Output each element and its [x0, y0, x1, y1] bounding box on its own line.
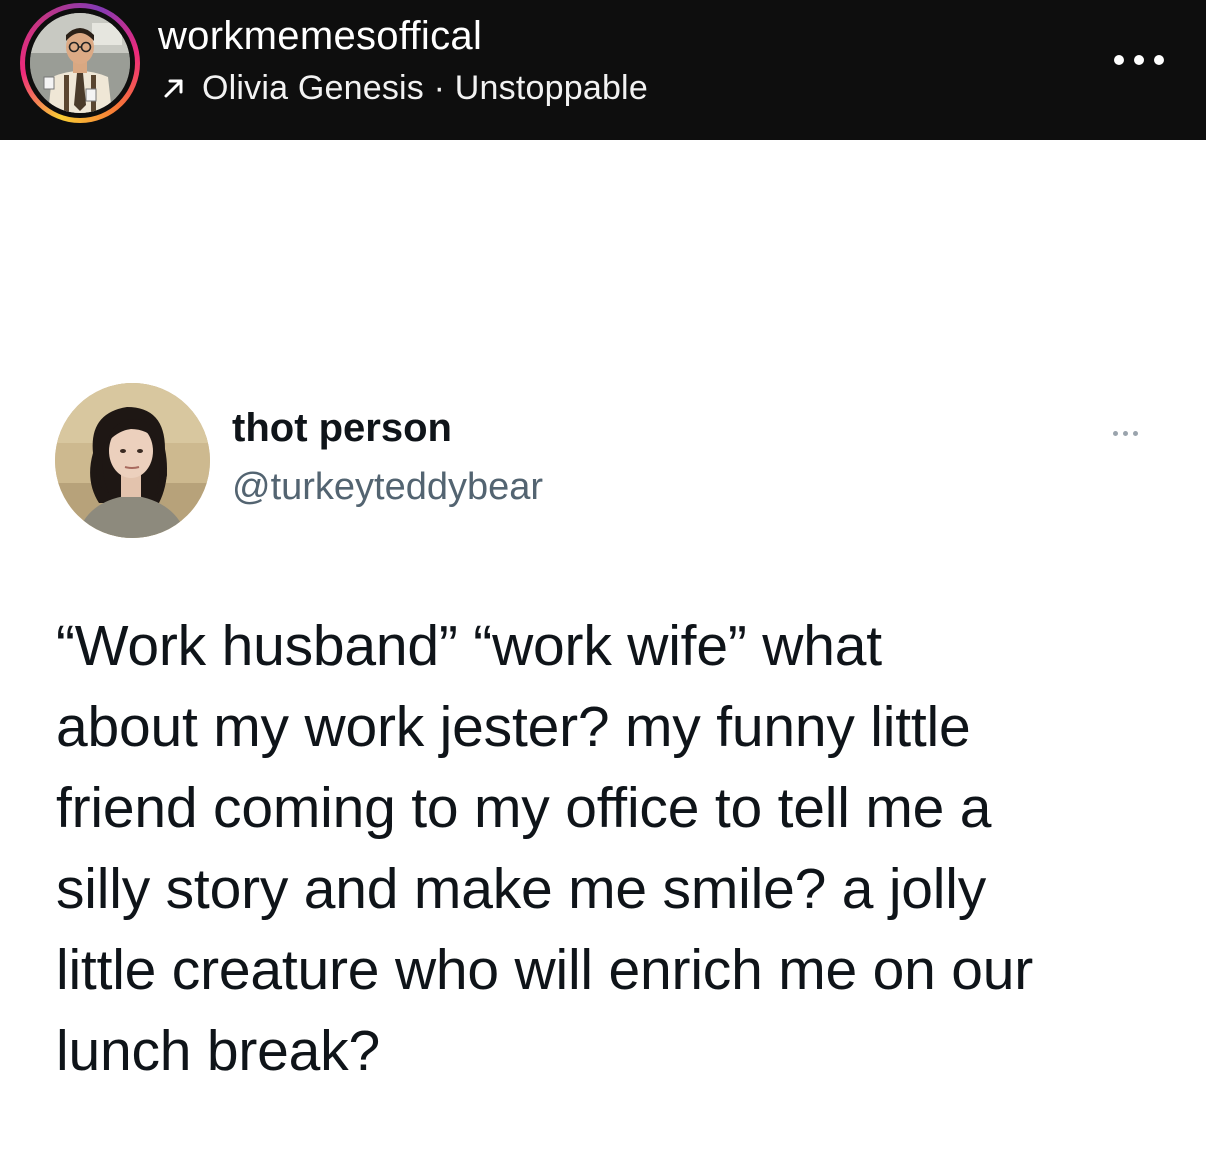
tweet-author-avatar — [55, 383, 210, 538]
more-options-icon — [1132, 430, 1138, 436]
tweet-text-line: little creature who will enrich me on ou… — [56, 938, 1034, 1002]
instagram-post-view: workmemesoffical Olivia Genesis · Unstop… — [0, 0, 1206, 1149]
tweet-text-line: friend coming to my office to tell me a — [56, 776, 992, 840]
more-options-button[interactable] — [1104, 40, 1174, 80]
more-options-icon — [1134, 55, 1144, 65]
account-name[interactable]: workmemesoffical — [158, 14, 482, 59]
post-header: workmemesoffical Olivia Genesis · Unstop… — [0, 0, 1206, 140]
trending-arrow-icon — [164, 79, 183, 98]
story-ring[interactable] — [20, 3, 140, 123]
tweet-text-line: lunch break? — [56, 1019, 380, 1083]
tweet-display-name: thot person — [232, 406, 452, 450]
audio-attribution[interactable]: Olivia Genesis · Unstoppable — [160, 68, 648, 108]
tweet-text-line: “Work husband” “work wife” what — [56, 614, 882, 678]
tweet-body-text: “Work husband” “work wife” what about my… — [56, 606, 1166, 1092]
tweet-text-line: silly story and make me smile? a jolly — [56, 857, 987, 921]
account-avatar[interactable] — [30, 13, 130, 113]
audio-track-label: Olivia Genesis · Unstoppable — [202, 68, 648, 107]
tweet-handle: @turkeyteddybear — [232, 466, 544, 508]
account-avatar-image — [30, 13, 130, 113]
more-options-icon — [1154, 55, 1164, 65]
more-options-icon — [1112, 430, 1118, 436]
tweet-more-options-button — [1102, 424, 1148, 442]
more-options-icon — [1114, 55, 1124, 65]
tweet-text-line: about my work jester? my funny little — [56, 695, 971, 759]
more-options-icon — [1122, 430, 1128, 436]
story-ring-inner — [25, 8, 135, 118]
tweet-author-avatar-image — [55, 383, 210, 538]
